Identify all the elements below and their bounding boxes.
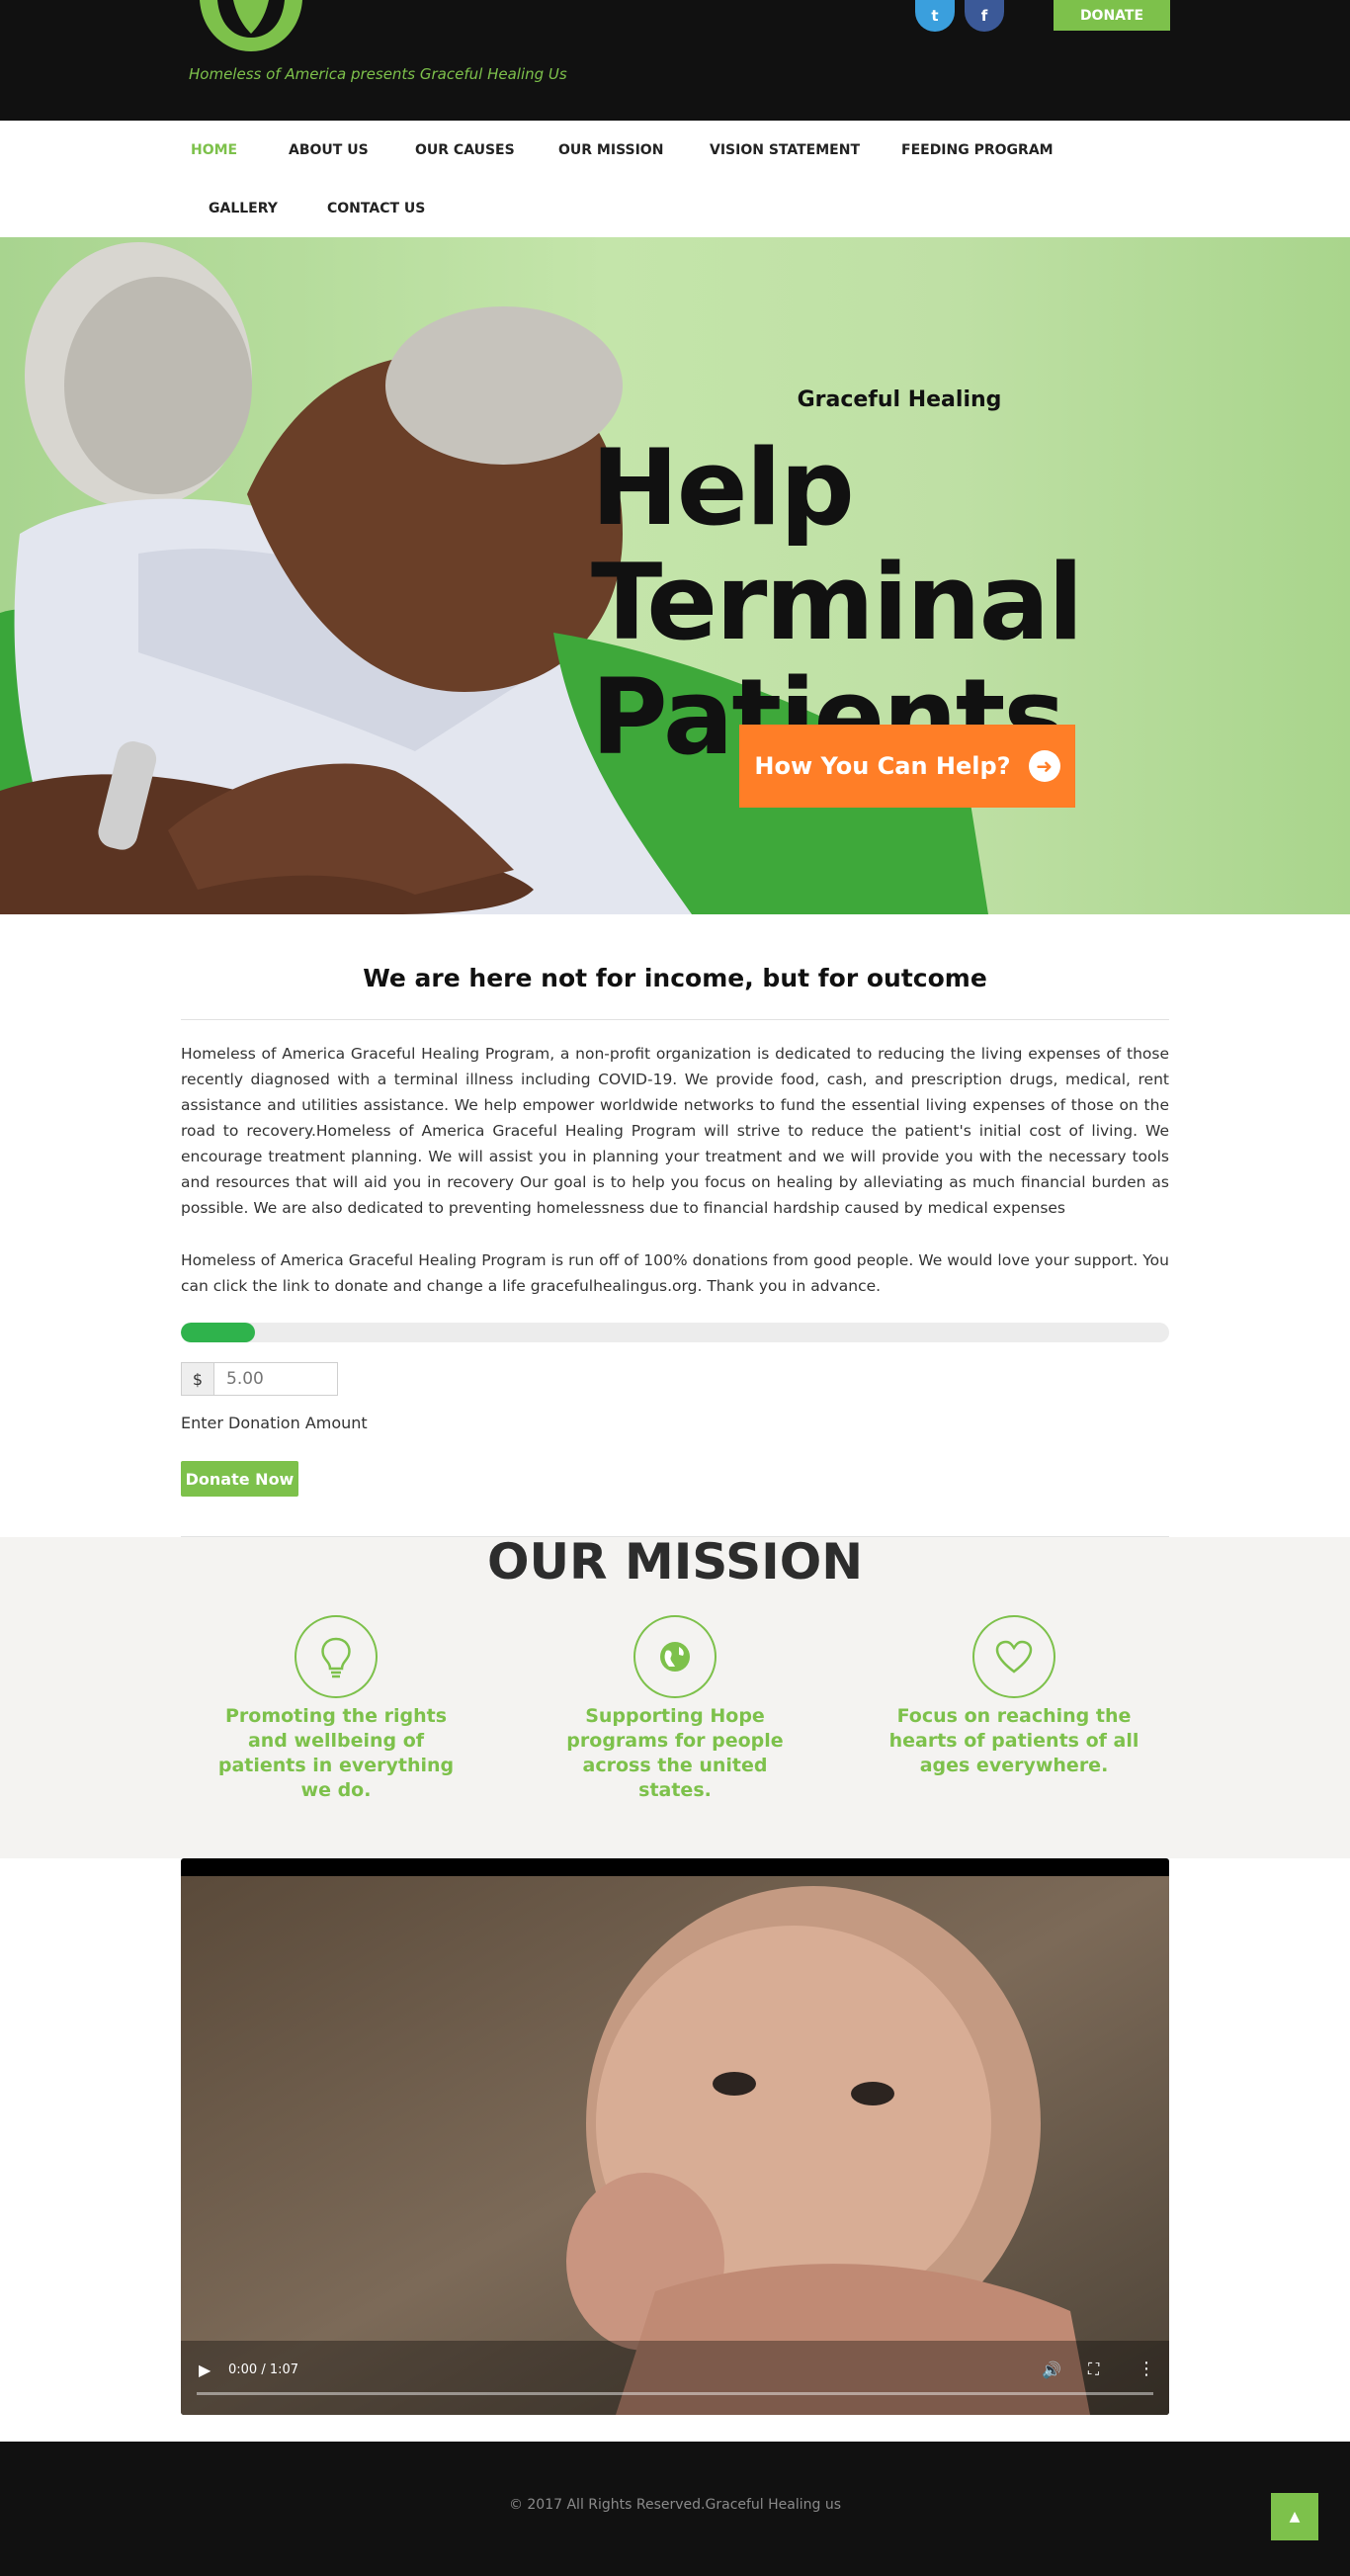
logo-heart-icon[interactable] bbox=[194, 0, 308, 55]
donation-amount-label: Enter Donation Amount bbox=[181, 1414, 368, 1432]
lightbulb-icon bbox=[295, 1615, 378, 1698]
chevron-up-icon[interactable]: ▲ bbox=[1271, 2493, 1318, 2540]
donation-amount-input[interactable] bbox=[214, 1362, 338, 1396]
hero-subtitle: Graceful Healing bbox=[797, 387, 1002, 412]
video-time: 0:00 / 1:07 bbox=[228, 2362, 299, 2377]
hero-title-line-1: Help Terminal bbox=[591, 427, 1084, 663]
mission-title: OUR MISSION bbox=[486, 1533, 864, 1590]
copyright-text: © 2017 All Rights Reserved.Graceful Heal… bbox=[508, 2497, 842, 2513]
currency-symbol: $ bbox=[181, 1362, 214, 1396]
mission-item-text: Focus on reaching the hearts of patients… bbox=[888, 1705, 1139, 1776]
divider bbox=[181, 1019, 1169, 1020]
donation-progress-bar bbox=[181, 1323, 1169, 1342]
mission-item: Promoting the rights and wellbeing of pa… bbox=[208, 1615, 464, 1803]
heart-icon bbox=[972, 1615, 1055, 1698]
mission-item: Supporting Hope programs for people acro… bbox=[547, 1615, 803, 1803]
donation-amount-group: $ bbox=[181, 1362, 338, 1396]
site-header: Homeless of America presents Graceful He… bbox=[0, 0, 1350, 121]
nav-item-feeding-program[interactable]: FEEDING PROGRAM bbox=[901, 142, 1054, 158]
mission-item-text: Supporting Hope programs for people acro… bbox=[566, 1705, 784, 1801]
play-icon[interactable]: ▶ bbox=[199, 2361, 211, 2379]
hero-banner: Graceful Healing Help Terminal Patients … bbox=[0, 237, 1350, 914]
donation-progress-fill bbox=[181, 1323, 255, 1342]
video-player[interactable]: ▶ 0:00 / 1:07 🔊 ⛶ ⋮ bbox=[181, 1858, 1169, 2415]
more-options-icon[interactable]: ⋮ bbox=[1138, 2359, 1155, 2379]
nav-item-our-mission[interactable]: OUR MISSION bbox=[558, 142, 663, 158]
nav-item-our-causes[interactable]: OUR CAUSES bbox=[415, 142, 515, 158]
donate-now-button[interactable]: Donate Now bbox=[181, 1461, 298, 1497]
volume-icon[interactable]: 🔊 bbox=[1042, 2361, 1061, 2379]
video-controls: ▶ 0:00 / 1:07 🔊 ⛶ ⋮ bbox=[181, 2346, 1169, 2415]
twitter-icon[interactable]: t bbox=[915, 0, 955, 32]
about-section: We are here not for income, but for outc… bbox=[0, 914, 1350, 1537]
mission-item-text: Promoting the rights and wellbeing of pa… bbox=[217, 1705, 455, 1801]
site-tagline: Homeless of America presents Graceful He… bbox=[189, 65, 567, 83]
fullscreen-icon[interactable]: ⛶ bbox=[1088, 2360, 1099, 2379]
nav-item-about-us[interactable]: ABOUT US bbox=[289, 142, 369, 158]
nav-item-gallery[interactable]: GALLERY bbox=[209, 201, 278, 216]
mission-item: Focus on reaching the hearts of patients… bbox=[886, 1615, 1142, 1778]
hero-title: Help Terminal Patients bbox=[591, 431, 1322, 775]
about-heading: We are here not for income, but for outc… bbox=[363, 964, 987, 992]
video-section: ▶ 0:00 / 1:07 🔊 ⛶ ⋮ bbox=[0, 1858, 1350, 2442]
how-you-can-help-button[interactable]: How You Can Help? ➜ bbox=[739, 725, 1075, 808]
about-paragraph-1: Homeless of America Graceful Healing Pro… bbox=[181, 1045, 1169, 1217]
video-thumbnail bbox=[181, 1876, 1169, 2415]
video-seek-bar[interactable] bbox=[197, 2392, 1153, 2395]
site-footer: © 2017 All Rights Reserved.Graceful Heal… bbox=[0, 2442, 1350, 2576]
nav-item-vision-statement[interactable]: VISION STATEMENT bbox=[710, 142, 860, 158]
arrow-right-circle-icon: ➜ bbox=[1028, 750, 1060, 782]
donate-button[interactable]: DONATE bbox=[1054, 0, 1170, 31]
nav-item-home[interactable]: HOME bbox=[191, 142, 237, 158]
mission-section: OUR MISSION Promoting the rights and wel… bbox=[0, 1533, 1350, 1858]
about-paragraph-2: Homeless of America Graceful Healing Pro… bbox=[181, 1251, 1169, 1295]
facebook-icon[interactable]: f bbox=[965, 0, 1004, 32]
how-you-can-help-label: How You Can Help? bbox=[754, 752, 1011, 780]
globe-icon bbox=[633, 1615, 717, 1698]
nav-item-contact-us[interactable]: CONTACT US bbox=[327, 201, 425, 216]
main-nav: HOME ABOUT US OUR CAUSES OUR MISSION VIS… bbox=[0, 121, 1350, 237]
